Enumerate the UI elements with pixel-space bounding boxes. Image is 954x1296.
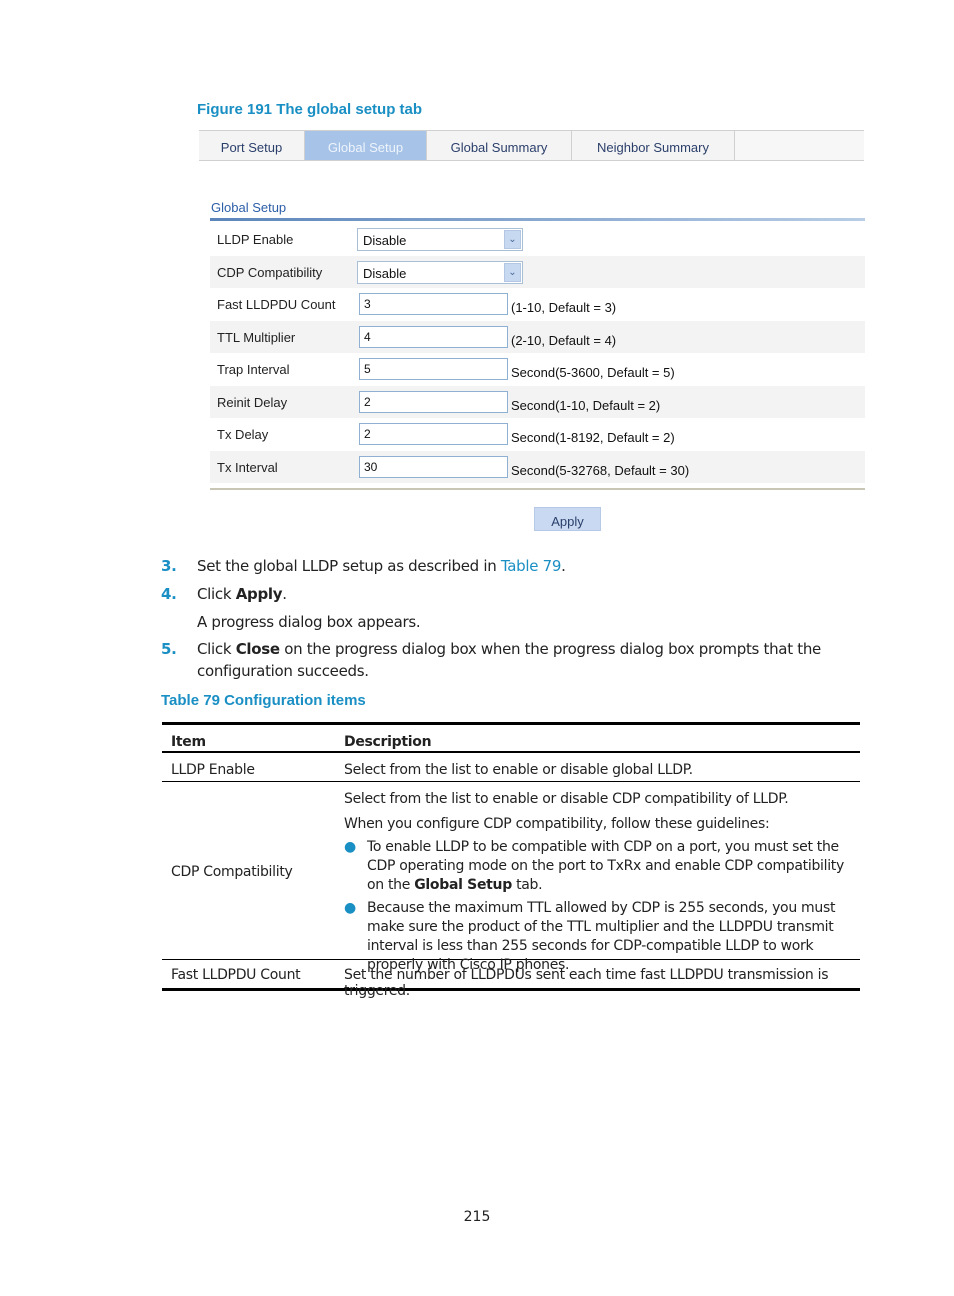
step-4-note: A progress dialog box appears. (197, 613, 421, 631)
tab-port-setup[interactable]: Port Setup (199, 131, 305, 160)
bullet-icon: ● (344, 839, 356, 855)
step-3: 3. Set the global LLDP setup as described… (161, 557, 566, 575)
form-row-ttl-multiplier: TTL Multiplier (2-10, Default = 4) (210, 320, 865, 353)
bullet-text-end: tab. (511, 877, 543, 893)
tab-bar: Port Setup Global Setup Global Summary N… (199, 130, 864, 161)
tx-delay-input[interactable] (359, 423, 508, 445)
page-number: 215 (463, 1209, 491, 1225)
trap-interval-hint: Second(5-3600, Default = 5) (511, 365, 675, 380)
tx-interval-hint: Second(5-32768, Default = 30) (511, 462, 690, 478)
step-bold: Apply (235, 585, 283, 603)
figure-caption: Figure 191 The global setup tab (197, 101, 423, 118)
form-row-fast-lldpdu-count: Fast LLDPDU Count (1-10, Default = 3) (210, 288, 865, 321)
step-text: Click (197, 640, 236, 658)
row-description: Select from the list to enable or disabl… (344, 762, 693, 778)
step-text-end: . (282, 585, 287, 603)
step-text-end: on the progress dialog box when the prog… (279, 640, 821, 658)
bullet-icon: ● (344, 900, 356, 916)
global-setup-form: LLDP Enable Disable ⌄ CDP Compatibility … (210, 223, 865, 483)
table-row: CDP Compatibility Select from the list t… (162, 782, 860, 973)
step-5: 5. Click Close on the progress dialog box… (161, 640, 821, 658)
header-item: Item (171, 734, 206, 750)
table-row: Fast LLDPDU Count Set the number of LLDP… (162, 960, 860, 999)
form-row-tx-delay: Tx Delay Second(1-8192, Default = 2) (210, 418, 865, 451)
ttl-multiplier-input[interactable] (359, 325, 508, 348)
section-divider (210, 218, 865, 221)
step-number: 3. (161, 557, 177, 575)
step-number: 4. (161, 585, 177, 603)
tx-delay-label: Tx Delay (217, 427, 269, 442)
row-description: Select from the list to enable or disabl… (344, 790, 854, 975)
cdp-compatibility-label: CDP Compatibility (217, 264, 323, 280)
table-79-link[interactable]: Table 79 (501, 557, 562, 575)
tx-delay-hint: Second(1-8192, Default = 2) (511, 430, 675, 445)
form-row-reinit-delay: Reinit Delay Second(1-10, Default = 2) (210, 385, 865, 418)
apply-button[interactable]: Apply (534, 507, 601, 531)
fast-lldpdu-count-input[interactable] (359, 293, 508, 315)
desc-line: When you configure CDP compatibility, fo… (344, 816, 770, 832)
reinit-delay-label: Reinit Delay (217, 394, 288, 410)
table-caption: Table 79 Configuration items (161, 692, 366, 709)
trap-interval-label: Trap Interval (217, 362, 290, 377)
header-description: Description (344, 734, 432, 750)
desc-line: Select from the list to enable or disabl… (344, 791, 789, 807)
form-row-lldp-enable: LLDP Enable Disable ⌄ (210, 223, 865, 256)
row-description: Set the number of LLDPDUs sent each time… (344, 967, 829, 999)
config-items-table: Item Description LLDP Enable Select from… (162, 722, 860, 999)
ttl-multiplier-label: TTL Multiplier (217, 329, 296, 345)
step-text: Set the global LLDP setup as described i… (197, 557, 501, 575)
cdp-compatibility-select[interactable]: Disable ⌄ (357, 260, 523, 284)
step-4: 4. Click Apply. (161, 585, 287, 603)
form-row-cdp-compatibility: CDP Compatibility Disable ⌄ (210, 255, 865, 288)
chevron-down-icon[interactable]: ⌄ (504, 262, 521, 282)
guideline-bullet: ● To enable LLDP to be compatible with CD… (344, 838, 854, 895)
tx-interval-input[interactable] (359, 455, 508, 478)
step-text-end: . (561, 557, 566, 575)
table-header: Item Description (162, 725, 860, 753)
form-bottom-divider (210, 488, 865, 496)
lldp-enable-value: Disable (363, 233, 407, 248)
fast-lldpdu-count-hint: (1-10, Default = 3) (511, 300, 617, 315)
lldp-enable-label: LLDP Enable (217, 232, 294, 247)
tab-global-setup[interactable]: Global Setup (305, 131, 427, 160)
row-item: CDP Compatibility (171, 864, 293, 880)
table-row: LLDP Enable Select from the list to enab… (162, 753, 860, 782)
row-item: LLDP Enable (171, 762, 255, 778)
tab-global-summary[interactable]: Global Summary (427, 131, 572, 160)
reinit-delay-input[interactable] (359, 390, 508, 413)
step-5-line2: configuration succeeds. (197, 662, 369, 680)
fast-lldpdu-count-label: Fast LLDPDU Count (217, 297, 336, 312)
step-bold: Close (235, 640, 280, 658)
form-row-tx-interval: Tx Interval Second(5-32768, Default = 30… (210, 450, 865, 483)
step-text: Click (197, 585, 236, 603)
lldp-enable-select[interactable]: Disable ⌄ (357, 228, 523, 251)
trap-interval-input[interactable] (359, 358, 508, 380)
reinit-delay-hint: Second(1-10, Default = 2) (511, 397, 661, 413)
row-item: Fast LLDPDU Count (171, 967, 301, 983)
tx-interval-label: Tx Interval (217, 459, 278, 475)
cdp-compatibility-value: Disable (363, 265, 407, 281)
bullet-bold: Global Setup (414, 877, 512, 893)
section-title: Global Setup (211, 200, 287, 215)
form-row-trap-interval: Trap Interval Second(5-3600, Default = 5… (210, 353, 865, 386)
ttl-multiplier-hint: (2-10, Default = 4) (511, 332, 617, 348)
tab-neighbor-summary[interactable]: Neighbor Summary (572, 131, 735, 160)
chevron-down-icon[interactable]: ⌄ (504, 230, 521, 249)
step-number: 5. (161, 640, 177, 658)
